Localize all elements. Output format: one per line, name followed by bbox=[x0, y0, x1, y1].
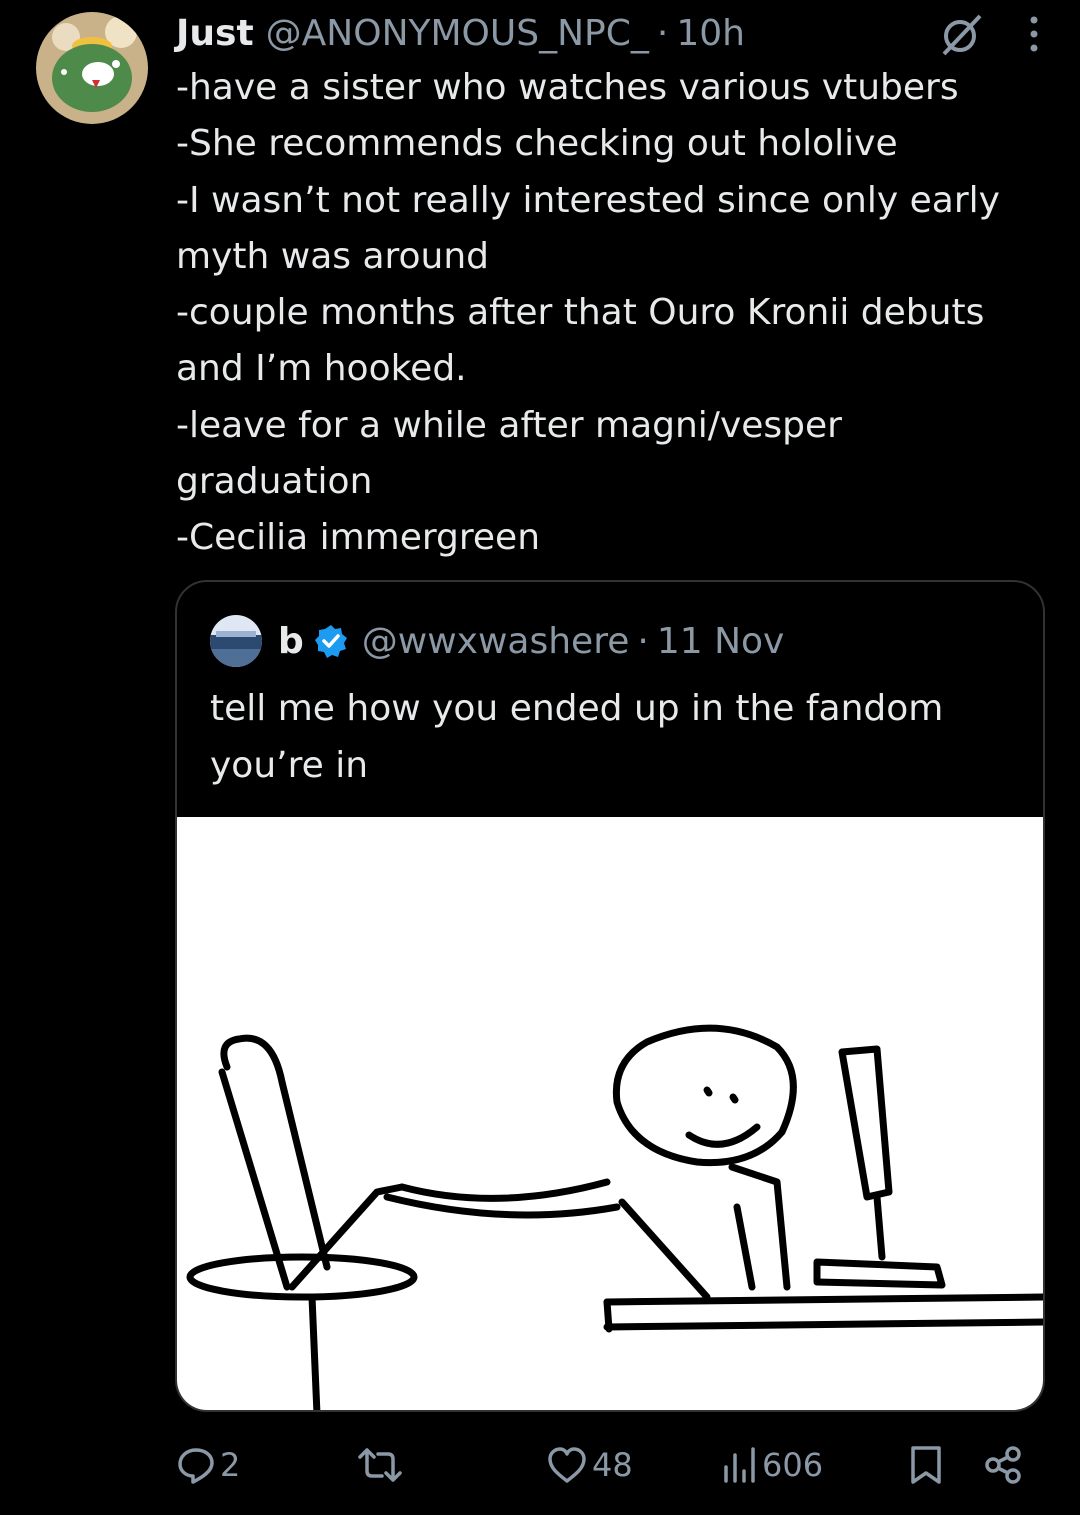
tweet-line: myth was around bbox=[176, 235, 490, 277]
like-count: 48 bbox=[592, 1446, 633, 1484]
quoted-author-avatar[interactable] bbox=[210, 615, 262, 667]
quoted-text-line: tell me how you ended up in the fandom bbox=[210, 688, 944, 729]
tweet-line: -She recommends checking out hololive bbox=[176, 123, 898, 165]
like-icon bbox=[548, 1447, 586, 1483]
tweet-line: -have a sister who watches various vtube… bbox=[176, 67, 959, 108]
more-icon[interactable] bbox=[1028, 12, 1040, 65]
separator-dot: · bbox=[637, 620, 649, 662]
quoted-tweet-header: b @wwxwashere · 11 Nov bbox=[210, 615, 785, 667]
reply-count: 2 bbox=[220, 1446, 241, 1484]
quoted-author-name[interactable]: b bbox=[278, 621, 304, 662]
reply-button[interactable]: 2 bbox=[176, 1437, 240, 1493]
tweet-header: Just @ANONYMOUS_NPC_ · 10h bbox=[176, 8, 1040, 58]
verified-icon bbox=[314, 624, 348, 658]
tweet-action-bar: 2 48 606 bbox=[176, 1437, 1036, 1493]
tweet-line: -leave for a while after magni/vesper bbox=[176, 404, 842, 446]
grok-icon[interactable] bbox=[940, 12, 984, 65]
bookmark-icon bbox=[911, 1446, 941, 1484]
share-icon bbox=[985, 1446, 1021, 1484]
author-avatar[interactable] bbox=[36, 12, 148, 124]
like-button[interactable]: 48 bbox=[546, 1437, 633, 1493]
separator-dot: · bbox=[656, 12, 669, 54]
stick-figure-drawing bbox=[186, 1024, 1043, 1410]
quoted-tweet-image[interactable] bbox=[177, 817, 1043, 1410]
quoted-text-line: you’re in bbox=[210, 745, 369, 786]
tweet-line: -Cecilia immergreen bbox=[176, 517, 541, 559]
views-button[interactable]: 606 bbox=[722, 1437, 823, 1493]
bookmark-button[interactable] bbox=[908, 1437, 944, 1493]
tweet-text: -have a sister who watches various vtube… bbox=[176, 60, 1056, 567]
retweet-icon bbox=[358, 1448, 402, 1482]
tweet-line: -couple months after that Ouro Kronii de… bbox=[176, 292, 985, 334]
retweet-button[interactable] bbox=[356, 1437, 404, 1493]
author-name[interactable]: Just bbox=[176, 13, 254, 54]
quoted-author-handle[interactable]: @wwxwashere bbox=[362, 621, 630, 662]
views-icon bbox=[724, 1447, 755, 1483]
tweet-time[interactable]: 10h bbox=[676, 13, 745, 54]
tweet-line: and I’m hooked. bbox=[176, 348, 467, 390]
author-handle[interactable]: @ANONYMOUS_NPC_ bbox=[266, 13, 649, 54]
reply-icon bbox=[178, 1448, 214, 1484]
quoted-tweet-text: tell me how you ended up in the fandom y… bbox=[210, 680, 1010, 794]
quoted-tweet[interactable]: b @wwxwashere · 11 Nov tell me how you e… bbox=[175, 580, 1045, 1412]
tweet-line: graduation bbox=[176, 461, 373, 503]
quoted-tweet-date[interactable]: 11 Nov bbox=[657, 621, 785, 662]
share-button[interactable] bbox=[984, 1437, 1024, 1493]
tweet-line: -I wasn’t not really interested since on… bbox=[176, 179, 1000, 221]
views-count: 606 bbox=[762, 1446, 824, 1484]
